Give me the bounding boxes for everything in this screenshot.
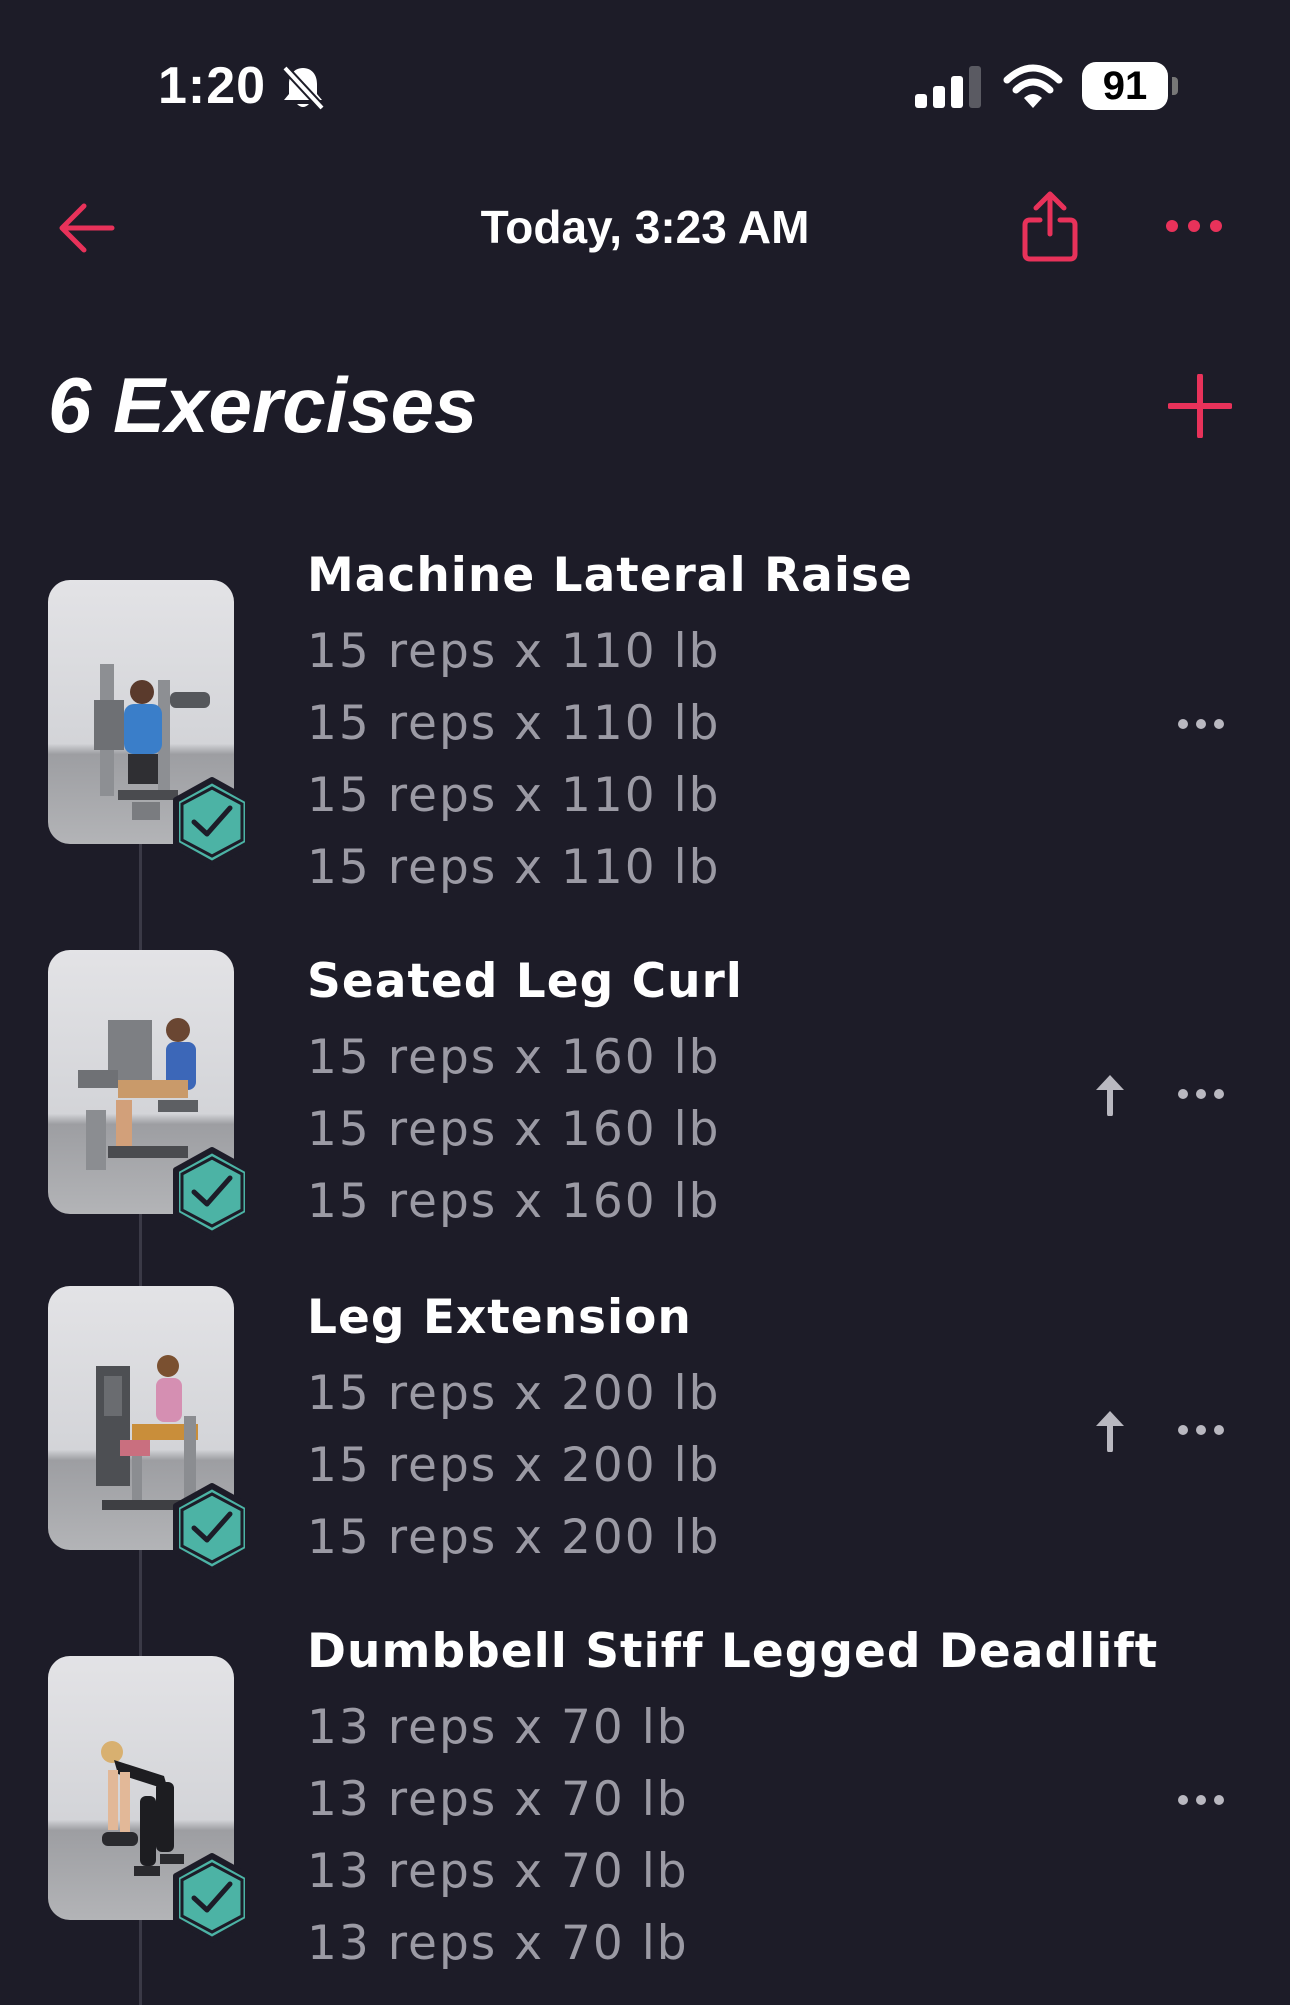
battery-nub	[1172, 77, 1178, 95]
nav-bar: Today, 3:23 AM	[0, 180, 1290, 280]
bell-slash-icon	[282, 65, 325, 111]
set-row: 15 reps x 110 lb	[307, 624, 721, 679]
battery-icon: 91	[1082, 62, 1168, 110]
exercise-name[interactable]: Seated Leg Curl	[307, 954, 743, 1009]
set-row: 15 reps x 200 lb	[307, 1438, 721, 1493]
set-row: 15 reps x 110 lb	[307, 696, 721, 751]
set-row: 13 reps x 70 lb	[307, 1700, 689, 1755]
cellular-signal-icon	[915, 66, 981, 108]
arrow-up-icon[interactable]	[1093, 1408, 1127, 1452]
status-bar: 1:20 91	[0, 0, 1290, 160]
set-row: 15 reps x 200 lb	[307, 1366, 721, 1421]
set-row: 15 reps x 160 lb	[307, 1174, 721, 1229]
set-row: 13 reps x 70 lb	[307, 1916, 689, 1971]
more-horizontal-icon[interactable]	[1176, 1792, 1226, 1808]
set-row: 15 reps x 110 lb	[307, 840, 721, 895]
set-row: 13 reps x 70 lb	[307, 1772, 689, 1827]
check-badge-icon	[173, 1147, 251, 1237]
set-row: 15 reps x 200 lb	[307, 1510, 721, 1565]
more-horizontal-icon[interactable]	[1164, 216, 1224, 236]
exercise-name[interactable]: Machine Lateral Raise	[307, 548, 913, 603]
share-icon[interactable]	[1020, 190, 1080, 264]
set-row: 15 reps x 110 lb	[307, 768, 721, 823]
set-row: 15 reps x 160 lb	[307, 1102, 721, 1157]
check-badge-icon	[173, 1483, 251, 1573]
more-horizontal-icon[interactable]	[1176, 1422, 1226, 1438]
exercise-name[interactable]: Dumbbell Stiff Legged Deadlift	[307, 1624, 1158, 1679]
exercise-name[interactable]: Leg Extension	[307, 1290, 692, 1345]
set-row: 13 reps x 70 lb	[307, 1844, 689, 1899]
nav-title: Today, 3:23 AM	[480, 201, 810, 253]
wifi-icon	[1003, 64, 1063, 108]
arrow-up-icon[interactable]	[1093, 1072, 1127, 1116]
page-title: 6 Exercises	[48, 361, 478, 449]
check-badge-icon	[173, 1853, 251, 1943]
more-horizontal-icon[interactable]	[1176, 1086, 1226, 1102]
set-row: 15 reps x 160 lb	[307, 1030, 721, 1085]
status-time: 1:20	[158, 57, 267, 115]
check-badge-icon	[173, 777, 251, 867]
more-horizontal-icon[interactable]	[1176, 716, 1226, 732]
plus-icon[interactable]	[1168, 374, 1232, 438]
